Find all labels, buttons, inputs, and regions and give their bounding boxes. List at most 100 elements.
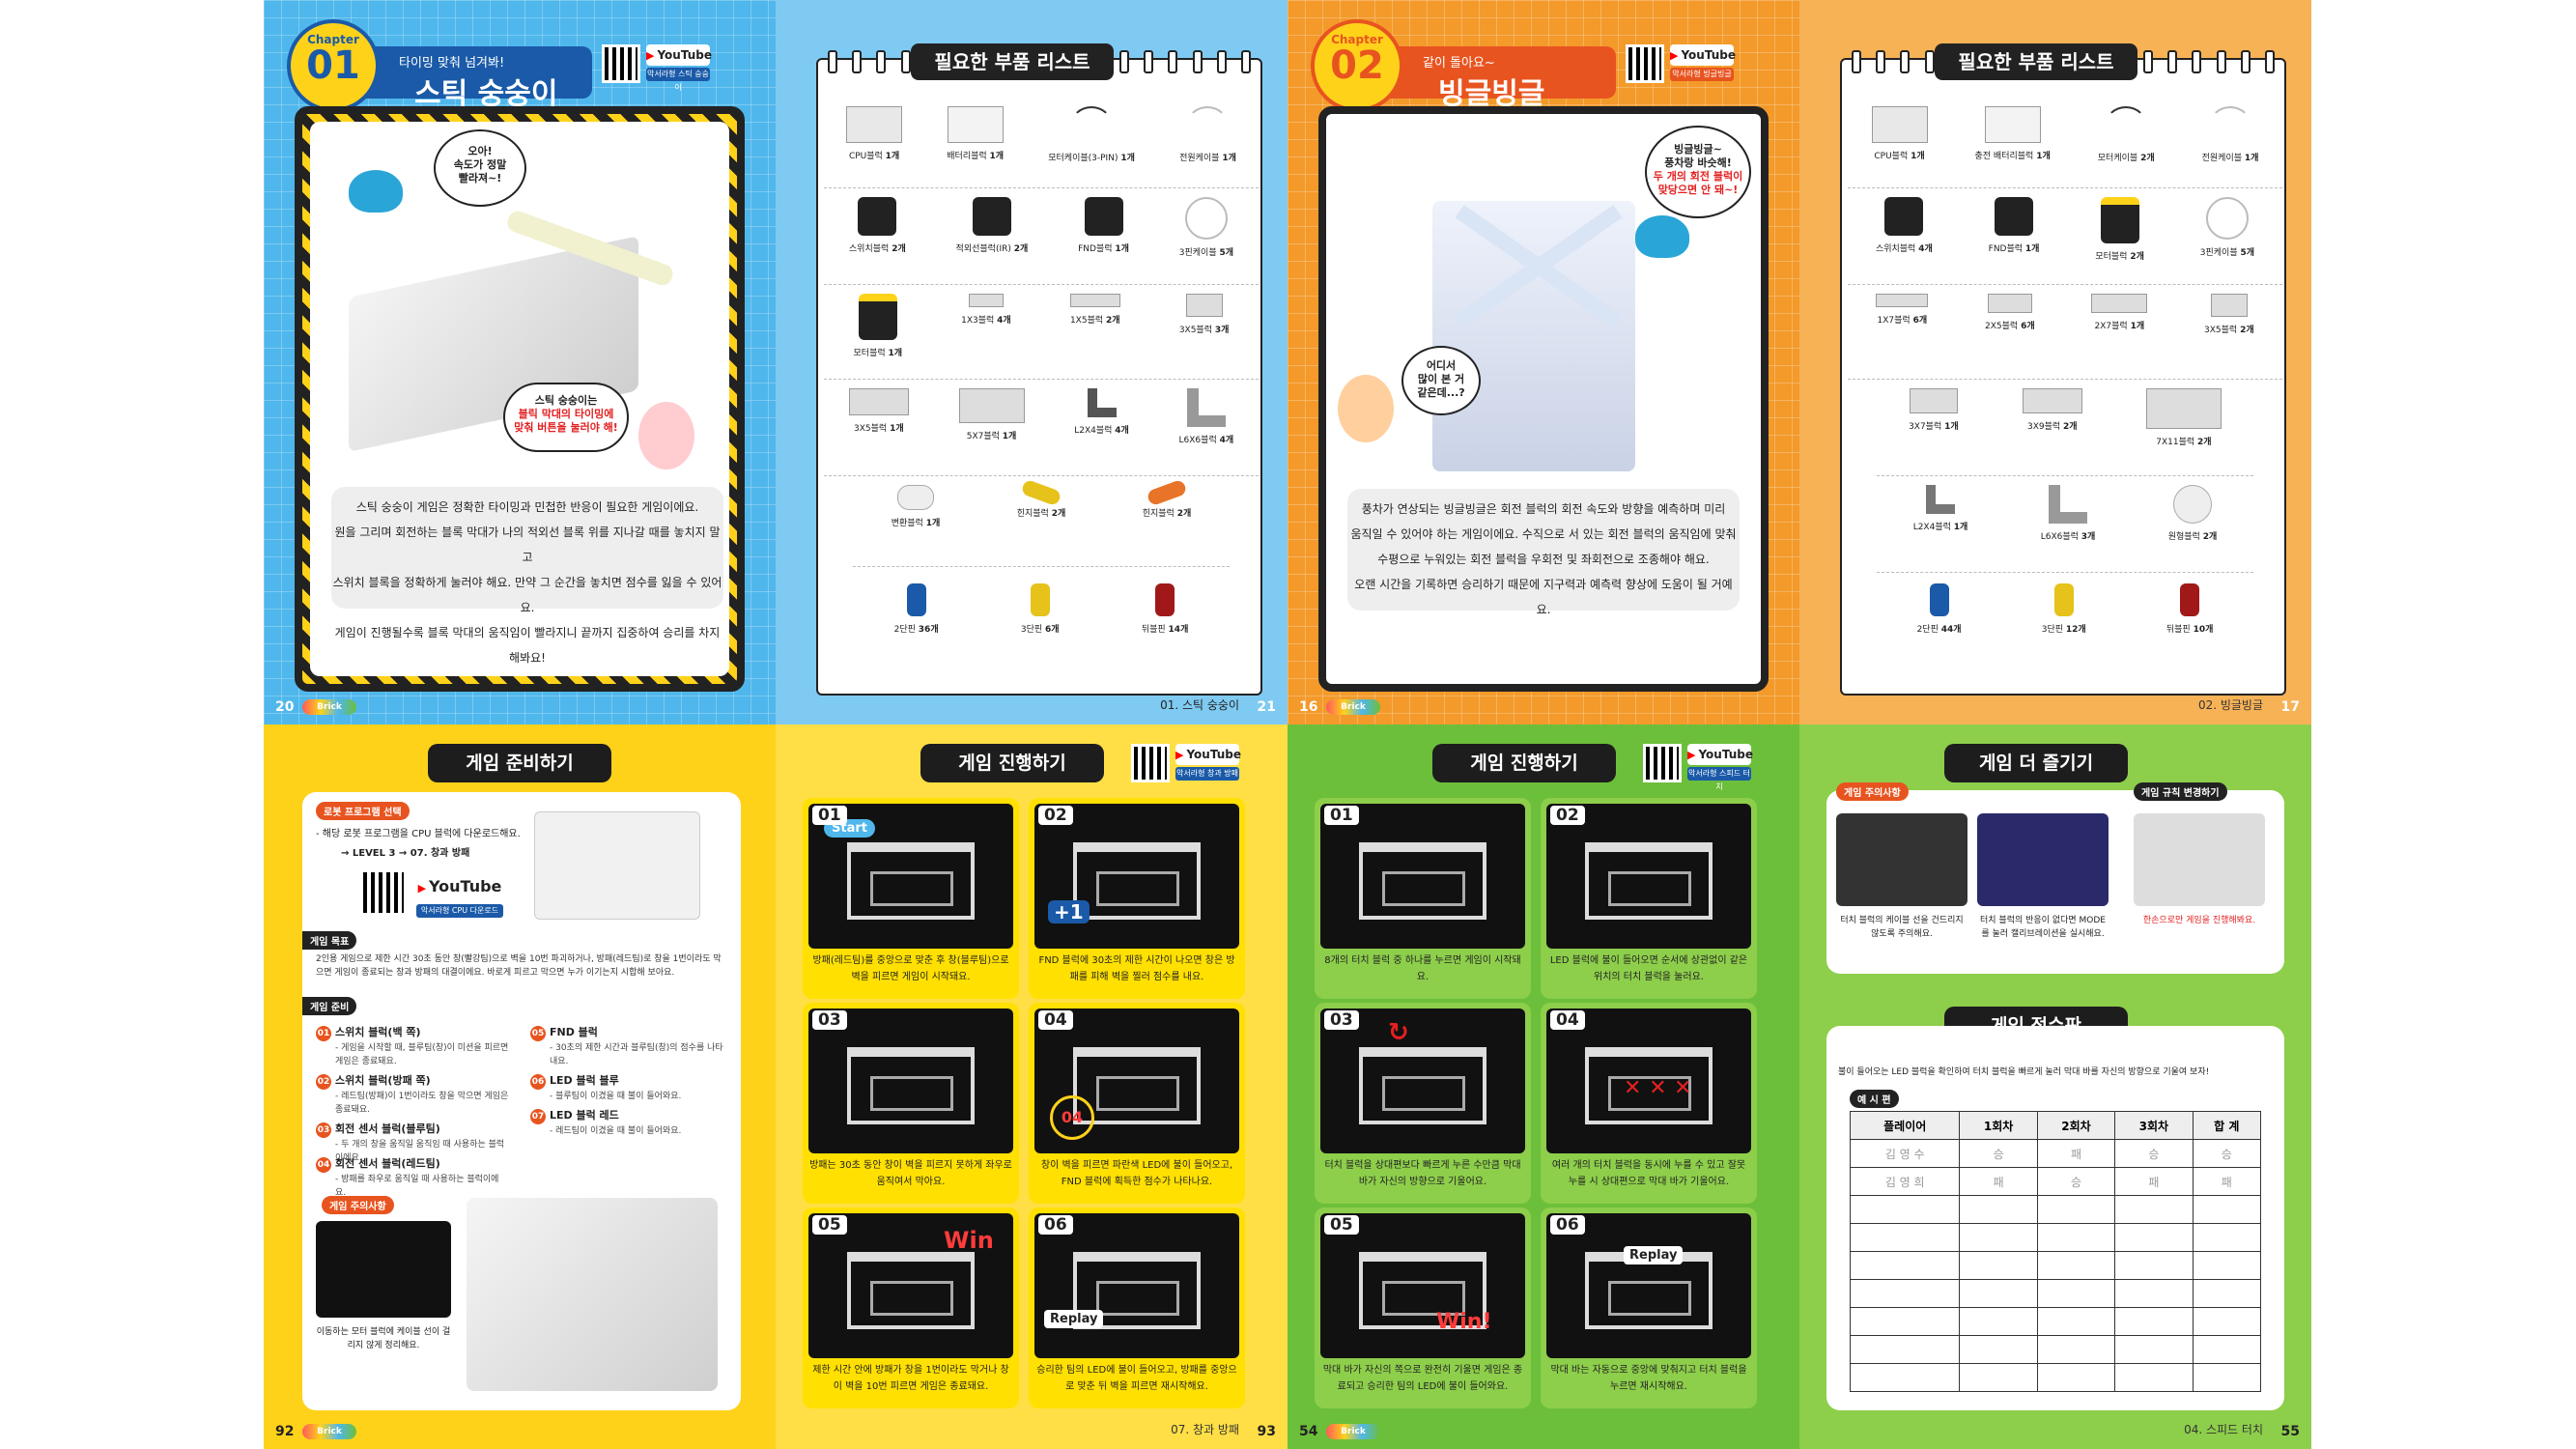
chapter-number: 02	[1330, 43, 1384, 88]
score-header: 1회차	[1959, 1111, 2038, 1140]
parts-row-6: 2단핀 36개 3단핀 6개 뒤블핀 14개	[853, 583, 1230, 670]
step-photo: Win!	[1320, 1213, 1525, 1358]
youtube-caption: 악서라형 CPU 다운로드	[416, 904, 503, 918]
speech-bubble-1: 오아! 속도가 정말 빨라져~!	[434, 129, 526, 207]
page-number: 54	[1299, 1424, 1318, 1439]
robot-program-tag: 로봇 프로그램 선택	[316, 802, 410, 820]
part-item: 모터블럭 2개	[2095, 197, 2144, 284]
ir-block-icon	[972, 197, 1011, 236]
part-item: 3X5블럭 2개	[2204, 294, 2254, 379]
score-row: 김 영 수승패승승	[1849, 1139, 2262, 1168]
part-item: 모터블럭 1개	[854, 294, 902, 379]
l6x6-block-icon	[1186, 388, 1226, 427]
step-text: 제한 시간 안에 방패가 창을 1번이라도 막거나 창이 벽을 10번 피르면 …	[812, 1365, 1009, 1392]
page-21: 필요한 부품 리스트 CPU블럭 1개 배터리블럭 1개 모터케이블(3-PIN…	[776, 0, 1288, 724]
step-text: 막대 바가 자신의 쪽으로 완전히 기울면 게임은 종료되고 승리한 팀의 LE…	[1322, 1365, 1523, 1392]
part-item: 모터케이블(3-PIN) 1개	[1048, 106, 1135, 187]
score-row-empty[interactable]	[1849, 1335, 2262, 1364]
youtube-badge[interactable]: YouTube	[646, 44, 712, 66]
goal-text: 2인용 게임으로 제한 시간 30초 동안 창(빨강팀)으로 벽을 10번 파괴…	[316, 954, 722, 978]
step-photo: ↻	[1320, 1009, 1525, 1153]
cpu-block-icon	[1871, 106, 1928, 143]
converter-block-icon	[896, 485, 934, 510]
step-card-6: Replay 06 승리한 팀의 LED에 불이 들어오고, 방패를 중앙으로 맞춘…	[1029, 1208, 1245, 1408]
caution-photo-2	[1977, 813, 2109, 906]
3x5-block-icon	[1185, 294, 1223, 317]
score-header: 3회차	[2114, 1111, 2194, 1140]
step-card-5: Win 05 제한 시간 안에 방패가 창을 1번이라도 막거나 창이 벽을 10번…	[803, 1208, 1019, 1408]
score-row-empty[interactable]	[1849, 1223, 2262, 1252]
7x11-block-icon	[2145, 388, 2222, 429]
part-item: 뒤블핀 10개	[2166, 583, 2213, 670]
qr-code[interactable]	[1643, 744, 1682, 782]
qr-code[interactable]	[1626, 44, 1664, 83]
score-row-empty[interactable]	[1849, 1307, 2262, 1336]
parts-row-3: 모터블럭 1개 1X3블럭 4개 1X5블럭 2개 3X5블럭 3개	[824, 294, 1259, 380]
motor-block-icon	[858, 294, 897, 340]
parts-row-4: 3X7블럭 1개 3X9블럭 2개 7X11블럭 2개	[1877, 388, 2253, 476]
hazard-frame: 오아! 속도가 정말 빨라져~! 스틱 숭숭이는 블릭 막대의 타이밍에 맞춰 버튼을 …	[295, 106, 745, 692]
part-item: 3X9블럭 2개	[2022, 388, 2082, 475]
qr-code[interactable]	[602, 44, 640, 83]
page-55: 게임 더 즐기기 게임 주의사항 게임 규칙 변경하기 터치 블럭의 케이블 선…	[1799, 724, 2311, 1449]
brand-logo: Brick	[302, 1424, 356, 1439]
brand-logo: Brick	[302, 699, 356, 715]
step-photo	[808, 1009, 1013, 1153]
part-item: 1X7블럭 6개	[1876, 294, 1929, 379]
motor-block-icon	[2100, 197, 2139, 243]
part-item: 적외선블럭(IR) 2개	[956, 197, 1028, 284]
score-header: 2회차	[2036, 1111, 2116, 1140]
section-title: 게임 진행하기	[1432, 744, 1616, 782]
chapter-subtitle: 타이밍 맞춰 넘겨봐!	[399, 56, 505, 71]
score-row-empty[interactable]	[1849, 1251, 2262, 1280]
2-pin-icon	[1929, 583, 1949, 616]
score-row-empty[interactable]	[1849, 1279, 2262, 1308]
step-text: 8개의 터치 블럭 중 하나를 누르면 게임이 시작돼요.	[1324, 955, 1521, 982]
rule-tag: 게임 규칙 변경하기	[2134, 782, 2227, 801]
part-item: 뒤블핀 14개	[1142, 583, 1188, 670]
prep-item-2: 02 스위치 블럭(방패 쪽) - 레드팀(방패)이 1번이라도 창을 막으면 게임…	[316, 1074, 509, 1115]
youtube-badge[interactable]: YouTube	[416, 873, 503, 900]
cross-mark-icon: ✕ ✕ ✕	[1624, 1076, 1692, 1100]
youtube-badge[interactable]: YouTube	[1670, 44, 1736, 66]
fnd-score-label: 04	[1050, 1095, 1094, 1140]
2-pin-icon	[906, 583, 926, 616]
scoreboard-desc: 불이 들어오는 LED 블럭을 확인하여 터치 블럭을 빠르게 눌러 막대 바를…	[1838, 1067, 2210, 1077]
part-item: L6X6블럭 3개	[2041, 485, 2095, 572]
youtube-caption: 악서라형 스틱 숭숭이	[646, 68, 710, 92]
score-row-empty[interactable]	[1849, 1363, 2262, 1392]
goal-tag: 게임 목표	[302, 931, 357, 950]
chapter-badge: Chapter 01	[287, 19, 380, 112]
page-17: 필요한 부품 리스트 CPU블럭 1개 충전 배터리블럭 1개 모터케이블 2개…	[1799, 0, 2311, 724]
step-number: 06	[1550, 1215, 1585, 1235]
score-row-empty[interactable]	[1849, 1195, 2262, 1224]
step-card-6: Replay 06 막대 바는 자동으로 중앙에 맞춰지고 터치 블럭을 누르면 재…	[1541, 1208, 1757, 1408]
3pin-cable-icon	[1184, 197, 1228, 240]
youtube-badge[interactable]: YouTube	[1687, 744, 1753, 765]
page-54: 게임 진행하기 YouTube 악서라형 스피드 터치 01 8개의 터치 블럭 …	[1288, 724, 1799, 1449]
round-block-icon	[2172, 485, 2212, 524]
section-title: 게임 진행하기	[920, 744, 1104, 782]
section-title: 게임 준비하기	[428, 744, 611, 782]
l2x4-block-icon	[1087, 388, 1117, 417]
robot-diagram	[467, 1198, 718, 1391]
page-number: 21	[1257, 699, 1276, 715]
score-header: 플레이어	[1849, 1111, 1961, 1140]
battery-block-icon	[1984, 106, 2041, 143]
page-93: 게임 진행하기 YouTube 악서라형 창과 방패 Start01 방패(레드팀…	[776, 724, 1288, 1449]
step-photo: ✕ ✕ ✕	[1546, 1009, 1751, 1153]
cpu-block-icon	[846, 106, 903, 143]
youtube-badge[interactable]: YouTube	[1175, 744, 1241, 765]
double-pin-icon	[1155, 583, 1175, 616]
switch-block-icon	[858, 197, 897, 236]
qr-code[interactable]	[1131, 744, 1170, 782]
caution-tag: 게임 주의사항	[1836, 782, 1909, 801]
win-label: Win	[944, 1227, 994, 1254]
parts-row-1: CPU블럭 1개 충전 배터리블럭 1개 모터케이블 2개 전원케이블 1개	[1848, 106, 2282, 188]
qr-code[interactable]	[360, 869, 407, 916]
replay-label: Replay	[1624, 1246, 1684, 1264]
step-text: LED 블럭에 불이 들어오면 순서에 상관없이 같은 위치의 터치 블럭을 눌…	[1549, 955, 1748, 982]
step-number: 05	[1324, 1215, 1359, 1235]
part-item: 모터케이블 2개	[2098, 106, 2155, 187]
motor-cable-icon	[1070, 106, 1114, 145]
